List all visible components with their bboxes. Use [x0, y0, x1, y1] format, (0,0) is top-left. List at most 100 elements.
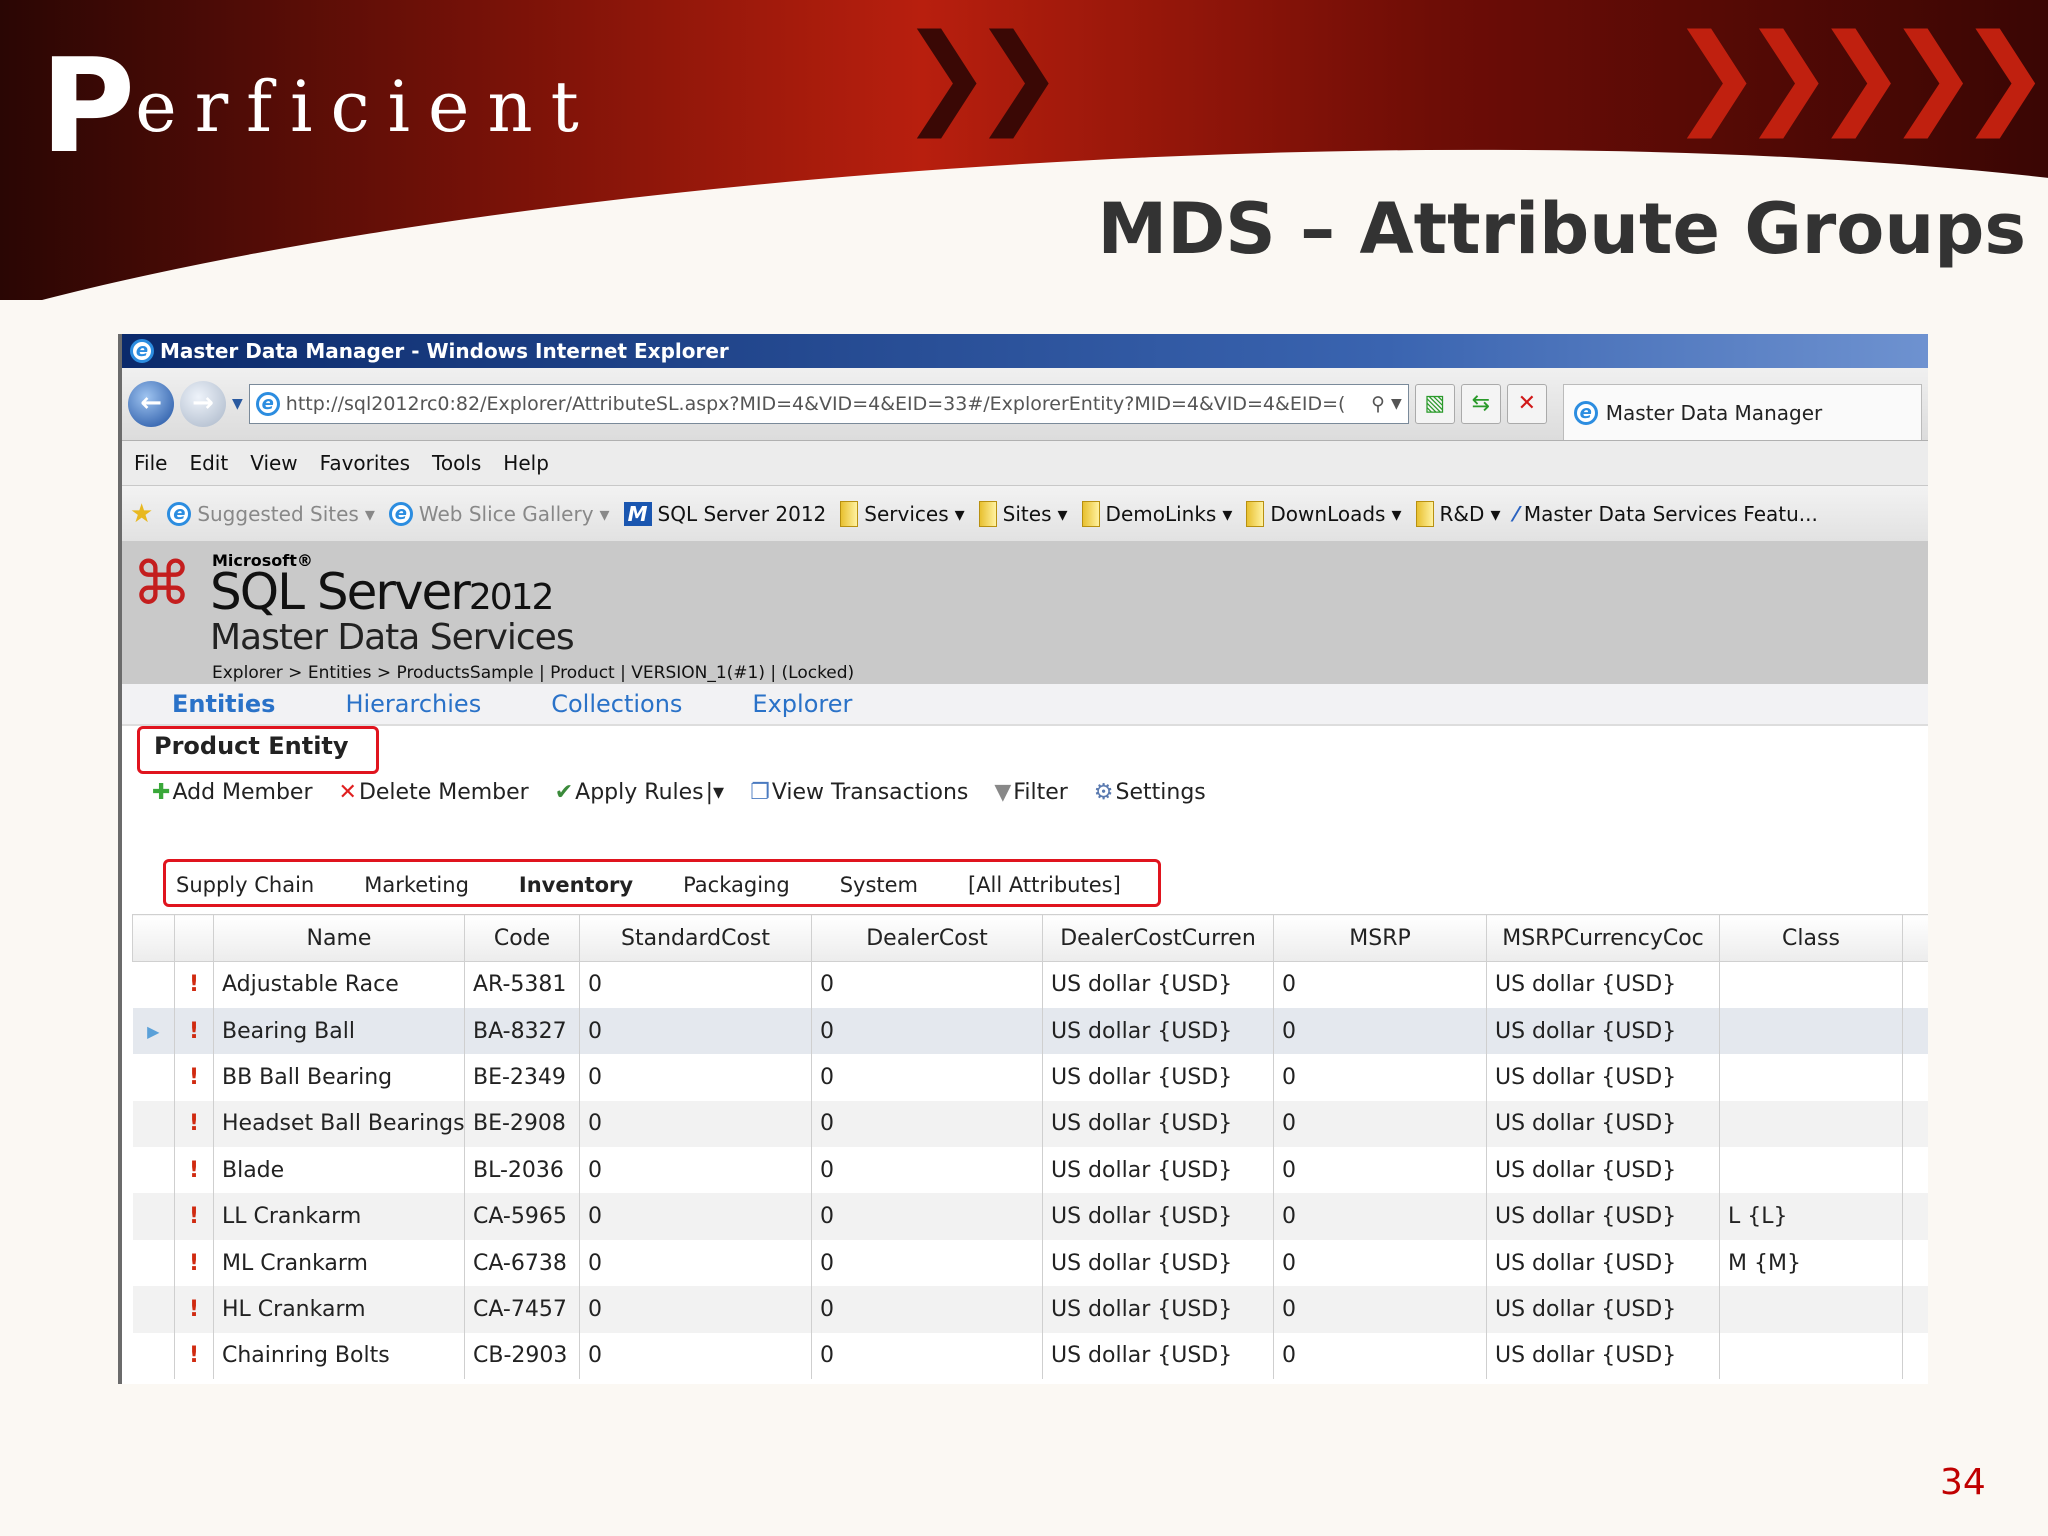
menu-favorites[interactable]: Favorites [320, 451, 410, 475]
cell[interactable]: Bearing Ball [213, 1007, 465, 1055]
cell[interactable]: ML Crankarm [213, 1239, 465, 1287]
row-selector[interactable] [132, 961, 175, 1008]
cell[interactable]: Chainring Bolts [213, 1332, 465, 1380]
row-selector[interactable] [132, 1054, 175, 1101]
cell[interactable]: Headset Ball Bearings [213, 1100, 465, 1148]
cell[interactable]: BL-2036 [464, 1147, 580, 1194]
cell[interactable]: 0 [811, 1007, 1043, 1055]
cell[interactable]: 0 [811, 1100, 1043, 1148]
column-header[interactable]: MSRP [1273, 914, 1487, 962]
cell[interactable]: US dollar {USD} [1042, 1193, 1274, 1240]
cell[interactable]: M {M} [1719, 1239, 1903, 1287]
table-row[interactable]: ▶! Bearing Ball BA-8327 0 0 US dollar {USD} 0 U… [132, 1007, 1928, 1055]
nav-tab-collections[interactable]: Collections [551, 690, 682, 718]
forward-button[interactable]: → [180, 381, 226, 427]
cell[interactable]: Adjustable Race [213, 961, 465, 1008]
menu-edit[interactable]: Edit [189, 451, 228, 475]
table-row[interactable]: ! BB Ball Bearing BE-2349 0 0 US dollar {USD}… [132, 1054, 1928, 1101]
cell[interactable]: LL Crankarm [213, 1193, 465, 1240]
table-row[interactable]: ! Blade BL-2036 0 0 US dollar {USD} 0 US dollar… [132, 1147, 1928, 1194]
favorites-star-icon[interactable]: ★ [130, 499, 153, 529]
address-dropdown-icon[interactable]: ▼ [1391, 396, 1402, 412]
cell[interactable]: 0 [811, 1239, 1043, 1287]
chevron-down-icon[interactable]: ▾ [1222, 502, 1232, 526]
table-row[interactable]: ! Chainring Bolts CB-2903 0 0 US dollar {USD}… [132, 1332, 1928, 1380]
cell[interactable]: CA-6738 [464, 1239, 580, 1287]
cell[interactable]: CA-5965 [464, 1193, 580, 1240]
back-button[interactable]: ← [128, 381, 174, 427]
column-header[interactable]: DealerCost [811, 914, 1043, 962]
row-selector[interactable] [132, 1239, 175, 1287]
cell[interactable]: 0 [811, 1147, 1043, 1194]
browser-tab[interactable]: e Master Data Manager [1562, 384, 1922, 440]
row-selector[interactable] [132, 1147, 175, 1194]
cell[interactable] [1719, 1147, 1903, 1194]
cell[interactable]: 0 [579, 1100, 812, 1148]
view-transactions-button[interactable]: ❐ View Transactions [750, 780, 968, 805]
compatibility-view-icon[interactable]: ▧ [1414, 384, 1455, 424]
cell[interactable] [1719, 1100, 1903, 1148]
column-header[interactable]: Class [1719, 914, 1903, 962]
cell[interactable]: US dollar {USD} [1042, 961, 1274, 1008]
cell[interactable]: US dollar {USD} [1486, 1007, 1720, 1055]
cell[interactable]: US dollar {USD} [1042, 1100, 1274, 1148]
cell[interactable]: 0 [579, 1286, 812, 1333]
cell[interactable] [1719, 1332, 1903, 1380]
cell[interactable]: 0 [1273, 1239, 1487, 1287]
cell[interactable]: BA-8327 [464, 1007, 580, 1055]
menu-file[interactable]: File [134, 451, 167, 475]
cell[interactable]: 0 [811, 1332, 1043, 1380]
cell[interactable]: US dollar {USD} [1486, 1239, 1720, 1287]
table-row[interactable]: ! Headset Ball Bearings BE-2908 0 0 US dollar… [132, 1100, 1928, 1148]
cell[interactable]: US dollar {USD} [1486, 1054, 1720, 1101]
cell[interactable]: 0 [579, 1147, 812, 1194]
attribute-group-tab[interactable]: Supply Chain [176, 873, 314, 897]
delete-member-button[interactable]: ✕ Delete Member [339, 780, 529, 805]
cell[interactable]: 0 [1273, 961, 1487, 1008]
favorite-item[interactable]: ⁄ Master Data Services Featu... [1514, 502, 1817, 526]
cell[interactable]: US dollar {USD} [1486, 1286, 1720, 1333]
apply-rules-button[interactable]: ✔ Apply Rules |▾ [555, 780, 724, 805]
cell[interactable]: US dollar {USD} [1042, 1147, 1274, 1194]
cell[interactable]: US dollar {USD} [1042, 1239, 1274, 1287]
add-member-button[interactable]: ✚ Add Member [152, 780, 313, 805]
row-selector[interactable]: ▶ [132, 1007, 175, 1055]
cell[interactable]: 0 [1273, 1054, 1487, 1101]
cell[interactable]: Blade [213, 1147, 465, 1194]
row-selector[interactable] [132, 1332, 175, 1380]
cell[interactable]: BE-2908 [464, 1100, 580, 1148]
cell[interactable]: 0 [811, 961, 1043, 1008]
nav-tab-hierarchies[interactable]: Hierarchies [345, 690, 481, 718]
attribute-group-tab[interactable]: System [840, 873, 918, 897]
cell[interactable] [1719, 1007, 1903, 1055]
cell[interactable]: US dollar {USD} [1042, 1332, 1274, 1380]
nav-tab-entities[interactable]: Entities [172, 690, 275, 718]
table-row[interactable]: ! HL Crankarm CA-7457 0 0 US dollar {USD} 0 US … [132, 1286, 1928, 1333]
cell[interactable]: CA-7457 [464, 1286, 580, 1333]
favorite-item[interactable]: DemoLinks ▾ [1081, 500, 1232, 527]
column-header[interactable]: DealerCostCurren [1042, 914, 1274, 962]
favorite-item[interactable]: e Suggested Sites ▾ [167, 501, 375, 526]
cell[interactable]: 0 [1273, 1193, 1487, 1240]
column-header[interactable]: MSRPCurrencyCoc [1486, 914, 1720, 962]
cell[interactable]: CB-2903 [464, 1332, 580, 1380]
cell[interactable]: 0 [579, 1054, 812, 1101]
cell[interactable] [1719, 1286, 1903, 1333]
row-selector[interactable] [132, 1100, 175, 1148]
cell[interactable]: 0 [1273, 1286, 1487, 1333]
stop-icon[interactable]: ✕ [1506, 384, 1547, 424]
cell[interactable]: US dollar {USD} [1486, 1193, 1720, 1240]
cell[interactable]: US dollar {USD} [1486, 1147, 1720, 1194]
cell[interactable]: US dollar {USD} [1042, 1007, 1274, 1055]
favorite-item[interactable]: e Web Slice Gallery ▾ [388, 501, 610, 526]
favorite-item[interactable]: Services ▾ [840, 500, 965, 527]
apply-rules-dropdown-icon[interactable]: |▾ [706, 780, 724, 805]
row-selector[interactable] [132, 1286, 175, 1333]
cell[interactable]: 0 [1273, 1147, 1487, 1194]
cell[interactable]: 0 [811, 1286, 1043, 1333]
cell[interactable]: 0 [811, 1193, 1043, 1240]
menu-help[interactable]: Help [503, 451, 549, 475]
favorite-item[interactable]: Sites ▾ [978, 500, 1068, 527]
menu-tools[interactable]: Tools [432, 451, 481, 475]
row-selector[interactable] [132, 1193, 175, 1240]
